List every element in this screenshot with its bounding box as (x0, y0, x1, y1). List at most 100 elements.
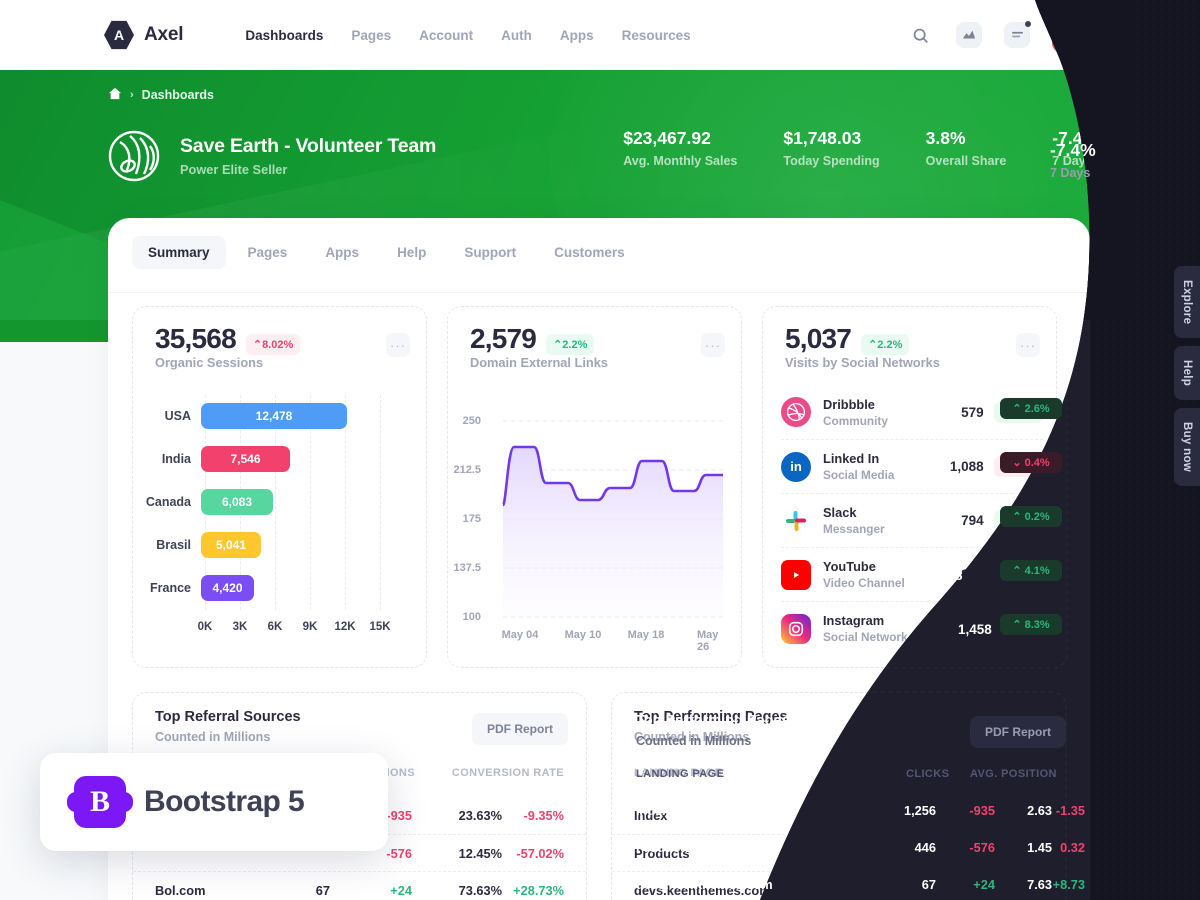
tab-pages[interactable]: Pages (232, 236, 304, 269)
network-category: Messanger (823, 522, 885, 536)
team-text: Save Earth - Volunteer Team Power Elite … (180, 135, 436, 177)
card-subtitle: Organic Sessions (155, 355, 264, 370)
card-menu-button[interactable]: ··· (386, 333, 410, 357)
cell-position-delta-dark: +8.73 (1052, 877, 1085, 892)
th-clicks: CLICKS (880, 767, 924, 779)
activity-icon[interactable] (956, 22, 982, 48)
card-organic-sessions: 35,568 ⌃8.02% Organic Sessions ··· USA 1… (132, 306, 427, 668)
metric-delta-badge: ⌃8.02% (245, 334, 301, 355)
cell-position-delta-dark: -1.35 (1055, 803, 1085, 818)
bar-value: 4,420 (201, 575, 254, 601)
card-subtitle: Visits by Social Networks (785, 355, 940, 370)
metric-delta-badge: ⌃2.2% (861, 334, 910, 355)
area-chart-svg (501, 420, 723, 618)
breadcrumb-separator: › (130, 89, 134, 101)
team-name: Save Earth - Volunteer Team (180, 135, 437, 157)
nav-link-auth[interactable]: Auth (501, 28, 532, 43)
home-icon[interactable] (108, 87, 122, 103)
table-title: Top Referral Sources (155, 709, 301, 725)
bootstrap-label: Bootstrap 5 (144, 785, 305, 818)
bar-value: 7,546 (201, 446, 290, 472)
cell-rate: 73.63% (458, 882, 502, 898)
network-delta-dark: ⌃ 2.6% (1000, 398, 1062, 419)
card-subtitle: Domain External Links (470, 355, 608, 370)
cell-sessions-delta: +24 (390, 882, 412, 898)
th-landing-page-dark: LANDING PAGE (636, 768, 725, 780)
cell-clicks-delta-dark: -935 (969, 803, 995, 818)
metric-value: 35,568 (155, 323, 237, 354)
tab-support[interactable]: Support (448, 236, 532, 269)
bar-value: 5,041 (201, 532, 261, 558)
brand-logo-icon: A (104, 20, 134, 50)
avatar-overlay (1073, 17, 1088, 53)
dribbble-icon (781, 397, 811, 427)
nav-links: Dashboards Pages Account Auth Apps Resou… (245, 28, 690, 43)
nav-link-dashboards[interactable]: Dashboards (245, 28, 323, 43)
tab-help[interactable]: Help (381, 236, 442, 269)
search-icon[interactable] (906, 21, 934, 49)
team-block: Save Earth - Volunteer Team Power Elite … (106, 128, 436, 184)
metric-value: 5,037 (785, 323, 852, 354)
nav-link-pages[interactable]: Pages (351, 28, 391, 43)
cell-page-dark: Index (636, 803, 670, 818)
cell-source: Bol.com (155, 882, 206, 898)
side-tabs: Explore Help Buy now (1174, 266, 1200, 487)
tab-apps[interactable]: Apps (309, 236, 375, 269)
cell-clicks-dark: 1,256 (903, 803, 936, 818)
pdf-report-button-dark[interactable]: PDF Report (970, 716, 1066, 748)
bar-label: Canada (145, 495, 191, 509)
side-tab-explore[interactable]: Explore (1174, 266, 1200, 339)
network-value: 579 (961, 404, 984, 420)
cell-clicks-dark: 67 (921, 877, 936, 892)
card-value-row: 5,037 ⌃2.2% (785, 323, 910, 355)
network-value: 1,088 (949, 459, 984, 474)
network-name: Dribbble (823, 396, 875, 412)
bootstrap-promo-card[interactable]: B Bootstrap 5 (40, 753, 388, 851)
stat-label: Overall Share (925, 154, 1007, 168)
cell-clicks-delta-dark: -576 (969, 840, 995, 855)
card-domain-external-links: 2,579 ⌃2.2% Domain External Links ··· 25… (447, 306, 742, 668)
notification-badge (1025, 21, 1031, 27)
table-subtitle-dark: Counted in Millions (636, 734, 752, 748)
cell-rate-delta: -9.35% (523, 808, 564, 823)
list-item-text: Instagram Social Network (823, 613, 950, 644)
globe-leaf-icon (106, 128, 162, 184)
breadcrumb-current[interactable]: Dashboards (142, 88, 214, 102)
metric-value: 2,579 (470, 323, 537, 354)
card-menu-button[interactable]: ··· (1016, 333, 1040, 357)
team-subtitle: Power Elite Seller (180, 162, 288, 177)
hero-content: Save Earth - Volunteer Team Power Elite … (0, 128, 1130, 184)
x-tick: May 18 (627, 629, 665, 641)
x-tick: May 26 (697, 629, 719, 653)
pdf-report-button[interactable]: PDF Report (472, 713, 568, 745)
nav-link-apps[interactable]: Apps (560, 28, 594, 43)
card-menu-button[interactable]: ··· (701, 333, 725, 357)
hero-stats: $23,467.92 Avg. Monthly Sales $1,748.03 … (623, 128, 1098, 168)
bar-label: France (150, 581, 191, 595)
card-value-row: 35,568 ⌃8.02% (155, 323, 301, 355)
network-delta-dark: ⌃ 8.3% (1000, 614, 1062, 635)
stat-today-spending: $1,748.03 Today Spending (783, 128, 879, 168)
table-row[interactable]: Bol.com 67 +24 73.63% +28.73% (133, 871, 586, 900)
metric-cards: 35,568 ⌃8.02% Organic Sessions ··· USA 1… (132, 306, 1057, 668)
x-tick: 12K (334, 621, 356, 633)
avatar[interactable] (1052, 17, 1088, 53)
bar-label: India (161, 452, 191, 466)
nav-link-resources[interactable]: Resources (622, 28, 691, 43)
bar-chart: USA 12,478 India 7,546 Canada 6,083 Bras… (139, 395, 422, 660)
slack-icon (781, 506, 811, 536)
brand[interactable]: A Axel (104, 20, 184, 50)
cell-rate: 23.63% (458, 808, 502, 823)
tab-customers[interactable]: Customers (538, 236, 641, 269)
network-name: Slack (823, 505, 857, 520)
nav-link-account[interactable]: Account (419, 28, 473, 43)
network-name: Instagram (823, 613, 885, 628)
stat-overall-share: 3.8% Overall Share (926, 128, 1007, 168)
metric-delta-badge: ⌃2.2% (546, 334, 595, 355)
side-tab-buy-now[interactable]: Buy now (1174, 408, 1200, 487)
stat-label: Avg. Monthly Sales (623, 154, 738, 168)
tab-summary[interactable]: Summary (132, 236, 226, 269)
cell-page-dark: Products (636, 840, 692, 855)
notifications-icon[interactable] (1004, 21, 1031, 48)
side-tab-help[interactable]: Help (1174, 346, 1200, 401)
